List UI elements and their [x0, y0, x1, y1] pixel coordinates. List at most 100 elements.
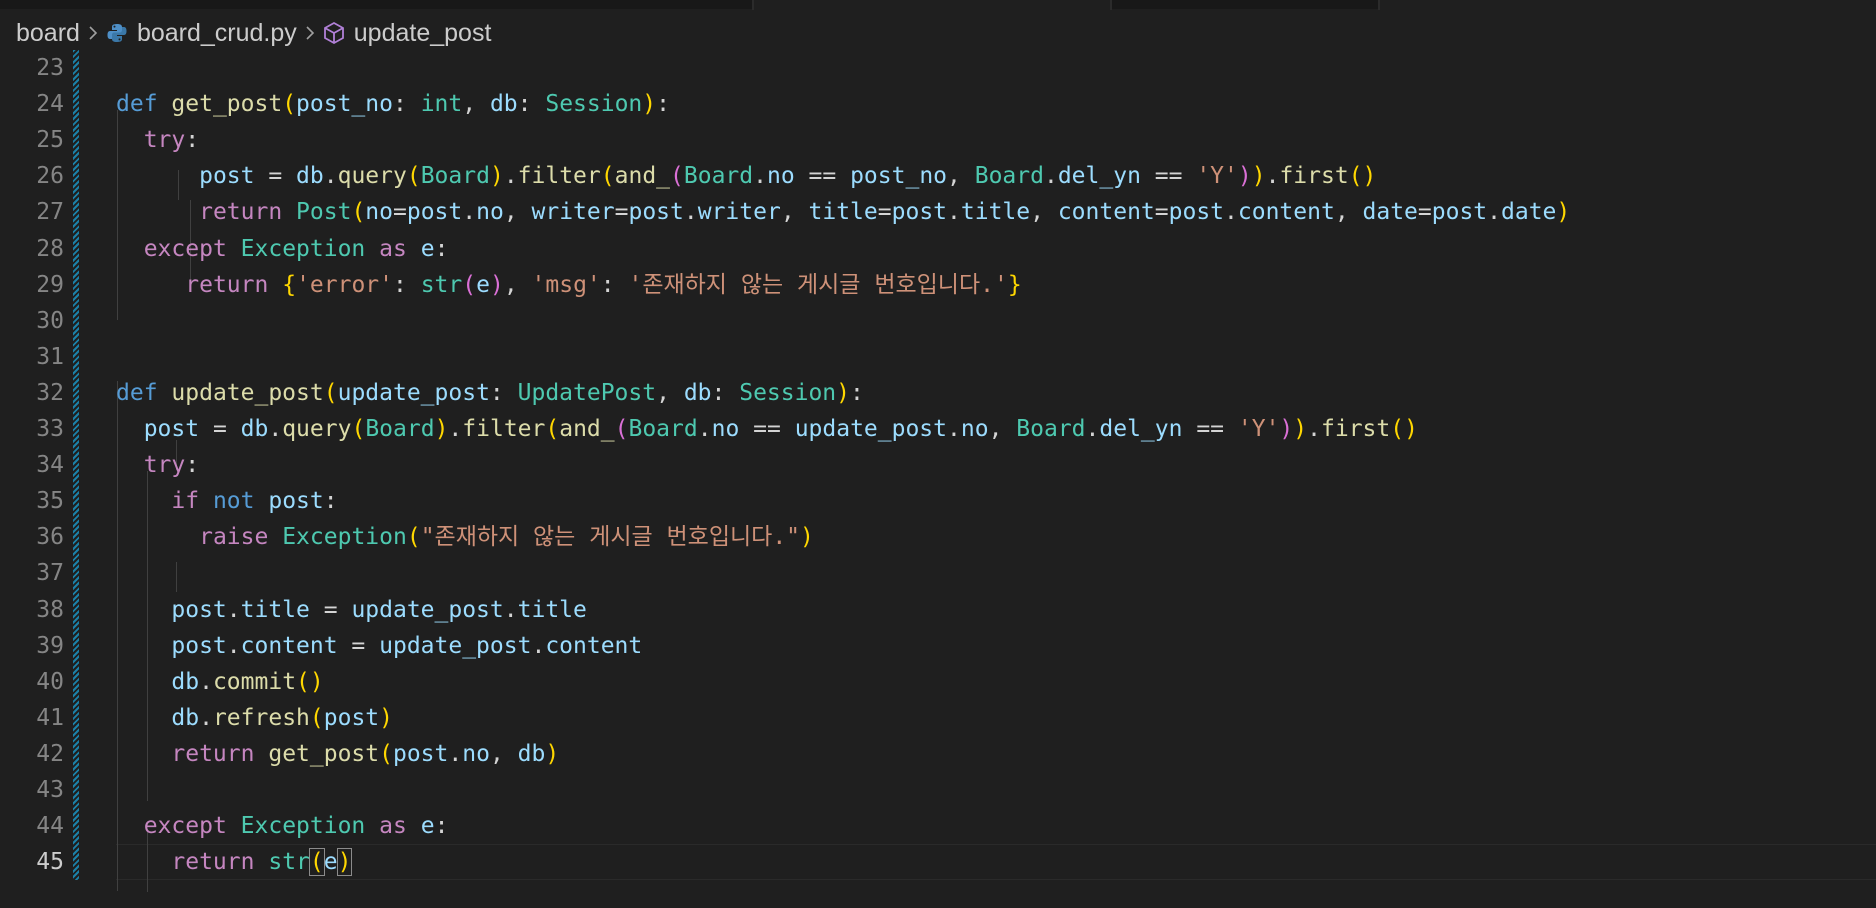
code-text[interactable]: post = db.query(Board).filter(and_(Board…: [116, 411, 1418, 447]
code-token: .: [226, 632, 241, 659]
code-token: :: [517, 91, 546, 118]
breadcrumb-file[interactable]: board_crud.py: [137, 19, 297, 48]
code-line[interactable]: 44 except Exception as e:: [0, 808, 1876, 844]
code-token: Exception: [240, 813, 366, 840]
code-token: ): [836, 379, 851, 406]
code-line[interactable]: 26 post = db.query(Board).filter(and_(Bo…: [0, 158, 1876, 194]
code-token: :: [850, 379, 864, 406]
breadcrumb-symbol[interactable]: update_post: [354, 19, 492, 48]
code-text[interactable]: except Exception as e:: [116, 808, 449, 844]
code-text[interactable]: return get_post(post.no, db): [116, 736, 559, 772]
code-text[interactable]: def get_post(post_no: int, db: Session):: [116, 86, 670, 122]
code-token: .: [323, 163, 338, 190]
code-token: =: [1154, 199, 1169, 226]
code-line[interactable]: 27 return Post(no=post.no, writer=post.w…: [0, 194, 1876, 230]
code-token: (: [282, 91, 297, 118]
code-token: ): [336, 848, 353, 877]
code-line[interactable]: 37: [0, 555, 1876, 591]
code-token: ,: [462, 91, 490, 118]
code-line[interactable]: 36 raise Exception("존재하지 않는 게시글 번호입니다."): [0, 519, 1876, 555]
code-line[interactable]: 28 except Exception as e:: [0, 231, 1876, 267]
code-text[interactable]: raise Exception("존재하지 않는 게시글 번호입니다."): [116, 519, 814, 555]
tab-divider: [1378, 0, 1380, 10]
code-line[interactable]: 32 def update_post(update_post: UpdatePos…: [0, 375, 1876, 411]
code-text[interactable]: return {'error': str(e), 'msg': '존재하지 않는…: [116, 267, 1021, 303]
code-line[interactable]: 38 post.title = update_post.title: [0, 592, 1876, 628]
code-text[interactable]: return Post(no=post.no, writer=post.writ…: [116, 194, 1570, 230]
code-token: content: [1237, 199, 1335, 226]
code-line[interactable]: 35 if not post:: [0, 483, 1876, 519]
code-token: no: [960, 416, 989, 442]
code-line[interactable]: 25 try:: [0, 122, 1876, 158]
code-token: update_post: [379, 632, 532, 659]
code-line[interactable]: 45 return str(e): [0, 844, 1876, 880]
code-text[interactable]: try:: [116, 447, 199, 483]
line-number: 37: [36, 560, 64, 587]
code-token: =: [1417, 199, 1432, 226]
code-line[interactable]: 33 post = db.query(Board).filter(and_(Bo…: [0, 411, 1876, 447]
tab-strip-segment: [1110, 0, 1378, 9]
code-token: ,: [780, 199, 809, 226]
tab-strip-segment: [0, 0, 752, 9]
code-line[interactable]: 43: [0, 772, 1876, 808]
code-token: ): [489, 271, 504, 298]
code-token: .: [503, 596, 518, 623]
code-token: writer: [697, 199, 781, 226]
code-line[interactable]: 40 db.commit(): [0, 664, 1876, 700]
code-token: (: [406, 524, 421, 551]
line-number: 43: [36, 777, 64, 803]
code-line[interactable]: 29 return {'error': str(e), 'msg': '존재하지…: [0, 267, 1876, 303]
code-line[interactable]: 41 db.refresh(post): [0, 700, 1876, 736]
code-token: (: [545, 416, 560, 442]
code-line[interactable]: 39 post.content = update_post.content: [0, 628, 1876, 664]
line-number: 26: [36, 163, 64, 190]
code-editor[interactable]: 23 24 def get_post(post_no: int, db: Sessi…: [0, 50, 1876, 892]
code-text[interactable]: if not post:: [116, 483, 337, 519]
code-line[interactable]: 34 try:: [0, 447, 1876, 483]
code-token: db: [240, 416, 269, 442]
code-line[interactable]: 23: [0, 50, 1876, 86]
code-line[interactable]: 31: [0, 339, 1876, 375]
code-text[interactable]: db.commit(): [116, 664, 323, 700]
code-token: date: [1362, 199, 1418, 226]
python-file-icon: [106, 22, 128, 44]
code-text[interactable]: except Exception as e:: [116, 231, 449, 267]
code-text[interactable]: try:: [116, 122, 199, 158]
code-line[interactable]: 24 def get_post(post_no: int, db: Session…: [0, 86, 1876, 122]
code-token: e: [323, 849, 338, 876]
code-text[interactable]: post.content = update_post.content: [116, 628, 642, 664]
code-token: .: [1085, 416, 1100, 442]
code-line[interactable]: 42 return get_post(post.no, db): [0, 736, 1876, 772]
code-text[interactable]: def update_post(update_post: UpdatePost,…: [116, 375, 864, 411]
code-token: e: [420, 235, 435, 262]
code-token: post: [392, 740, 449, 767]
line-number: 25: [36, 127, 64, 154]
code-text[interactable]: post = db.query(Board).filter(and_(Board…: [116, 158, 1376, 194]
breadcrumb: board board_crud.py update_post: [16, 14, 491, 52]
code-token: no: [476, 199, 504, 226]
code-token: {: [282, 271, 297, 298]
code-token: content: [1057, 199, 1155, 226]
code-token: :: [185, 127, 200, 154]
code-token: writer: [531, 199, 615, 226]
tab-divider: [1110, 0, 1112, 10]
code-text[interactable]: db.refresh(post): [116, 700, 393, 736]
code-token: (: [308, 848, 325, 877]
code-text[interactable]: return str(e): [116, 844, 353, 880]
code-token: UpdatePost: [517, 379, 657, 406]
code-token: return: [199, 199, 283, 226]
breadcrumb-folder[interactable]: board: [16, 19, 80, 48]
code-text[interactable]: post.title = update_post.title: [116, 592, 586, 628]
code-token: '존재하지 않는 게시글 번호입니다.': [628, 271, 1008, 298]
code-token: e: [420, 813, 435, 840]
code-line[interactable]: 30: [0, 303, 1876, 339]
